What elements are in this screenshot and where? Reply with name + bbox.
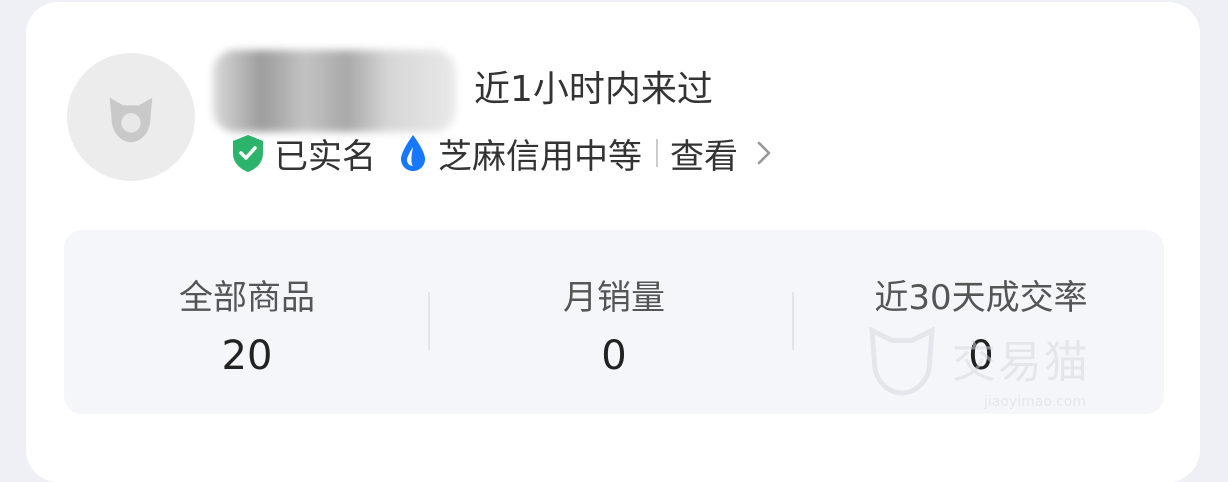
stat-value: 20 [221, 333, 273, 379]
stat-monthly-sales: 月销量 0 [431, 230, 797, 414]
sesame-credit-icon [401, 135, 425, 171]
badge-separator [656, 139, 658, 167]
stat-30day-rate: 近30天成交率 0 [798, 230, 1164, 414]
stat-divider [428, 292, 430, 350]
view-credit-link[interactable]: 查看 [670, 129, 738, 178]
seller-badges: 已实名 芝麻信用中等 查看 [230, 128, 772, 178]
stat-label: 全部商品 [179, 278, 315, 318]
stat-value: 0 [601, 333, 627, 379]
verified-label: 已实名 [274, 136, 376, 177]
credit-label: 芝麻信用中等 [438, 136, 642, 177]
seller-name-blurred [213, 50, 456, 132]
stat-all-items[interactable]: 全部商品 20 [64, 230, 430, 414]
chevron-right-icon[interactable] [756, 139, 772, 167]
stat-value: 0 [968, 333, 994, 379]
stat-label: 近30天成交率 [874, 278, 1088, 318]
verified-shield-icon [233, 135, 263, 172]
avatar-placeholder-icon [109, 97, 153, 143]
last-active-text: 近1小时内来过 [474, 69, 713, 110]
stat-divider [792, 292, 794, 350]
seller-stats-panel: 全部商品 20 月销量 0 近30天成交率 0 [64, 230, 1164, 414]
seller-avatar[interactable] [67, 53, 195, 181]
stat-label: 月销量 [563, 278, 665, 318]
